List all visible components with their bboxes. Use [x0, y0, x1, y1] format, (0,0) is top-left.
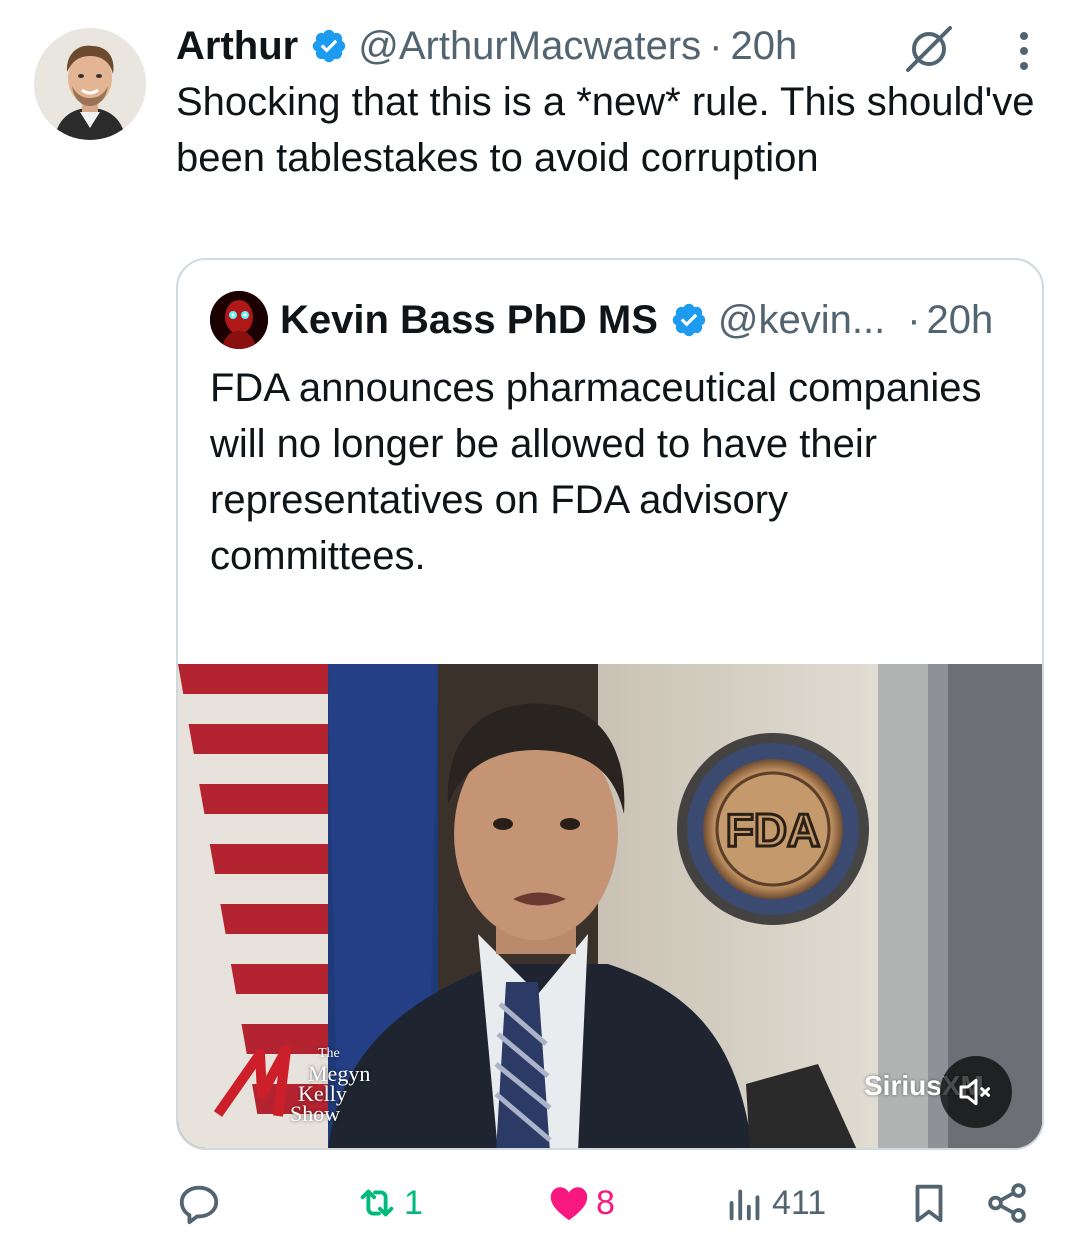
repost-count: 1: [404, 1183, 423, 1222]
quoted-author-avatar[interactable]: [210, 291, 268, 349]
mute-button[interactable]: [940, 1056, 1012, 1128]
bookmark-button[interactable]: [906, 1170, 952, 1236]
tweet-text: Shocking that this is a *new* rule. This…: [176, 80, 1046, 180]
separator-dot: ·: [709, 23, 723, 68]
quoted-tweet-text: FDA announces pharmaceutical companies w…: [210, 366, 993, 578]
quoted-author-display-name[interactable]: Kevin Bass PhD MS: [280, 298, 658, 343]
bookmark-icon: [915, 1184, 943, 1223]
quoted-author-handle[interactable]: @kevin...: [718, 298, 885, 343]
author-handle[interactable]: @ArthurMacwaters: [358, 24, 701, 69]
video-player[interactable]: FDA The Megyn Kelly Show SiriusXM: [178, 664, 1042, 1148]
more-options-icon[interactable]: [1010, 28, 1038, 74]
like-button[interactable]: 8: [546, 1170, 615, 1236]
tweet-timestamp[interactable]: 20h: [730, 24, 797, 69]
verified-badge-icon: [312, 29, 346, 63]
quoted-timestamp[interactable]: 20h: [927, 298, 994, 343]
views-button[interactable]: 411: [722, 1170, 826, 1236]
repost-button[interactable]: 1: [354, 1170, 423, 1236]
fda-seal-text: FDA: [726, 804, 821, 856]
author-avatar[interactable]: [34, 28, 146, 140]
tweet-header: Arthur @ArthurMacwaters · 20h: [176, 18, 797, 74]
heart-icon: [550, 1187, 588, 1221]
show-logo: The Megyn Kelly Show: [290, 1046, 371, 1126]
views-icon: [729, 1189, 760, 1221]
share-button[interactable]: [984, 1170, 1030, 1236]
repost-icon: [360, 1189, 394, 1217]
author-display-name[interactable]: Arthur: [176, 24, 298, 69]
verified-badge-icon: [672, 303, 706, 337]
quoted-tweet-header: Kevin Bass PhD MS @kevin... · 20h: [210, 290, 993, 350]
reply-icon: [179, 1185, 219, 1225]
grok-icon[interactable]: [902, 22, 956, 76]
tweet-actions: 1 8 411: [0, 1170, 1080, 1236]
like-count: 8: [596, 1183, 615, 1222]
views-count: 411: [772, 1183, 827, 1222]
quoted-tweet-card[interactable]: Kevin Bass PhD MS @kevin... · 20h FDA an…: [176, 258, 1044, 1150]
share-icon: [988, 1183, 1026, 1223]
separator-dot: ·: [907, 297, 921, 342]
volume-muted-icon: [959, 1078, 990, 1106]
reply-button[interactable]: [176, 1170, 226, 1236]
